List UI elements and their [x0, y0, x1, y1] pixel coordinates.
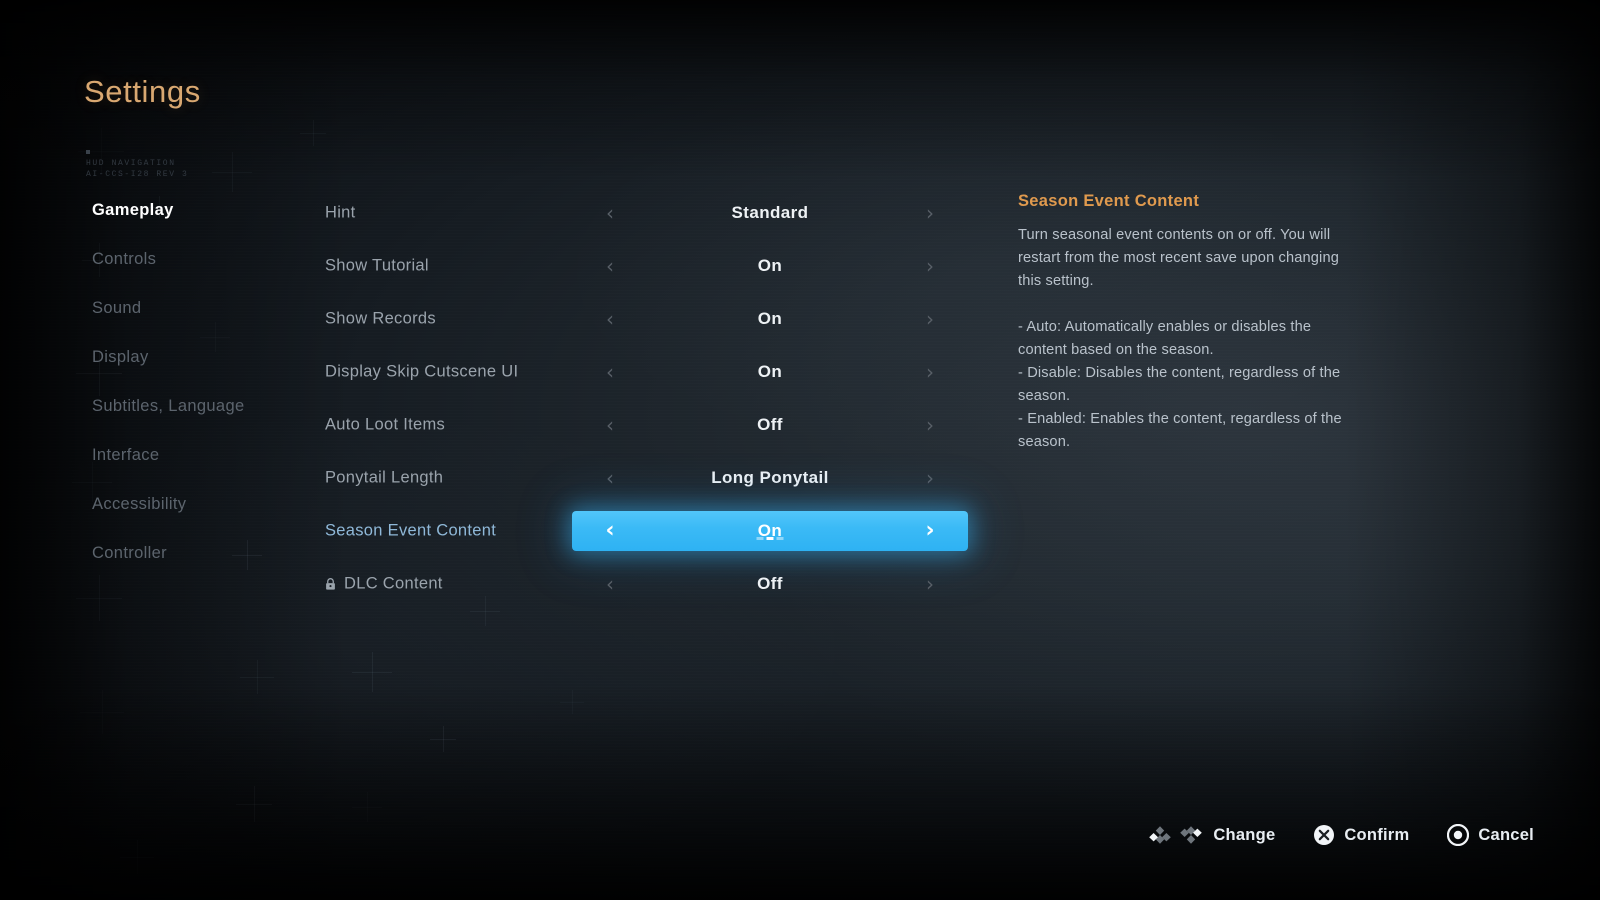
setting-label-wrap: Display Skip Cutscene UI — [325, 362, 518, 381]
setting-row[interactable]: Show Tutorial ‹ On › — [0, 239, 1000, 292]
setting-label-wrap: Show Tutorial — [325, 256, 429, 275]
setting-value-stepper[interactable]: ‹ On › — [572, 299, 968, 339]
setting-label-wrap: Show Records — [325, 309, 436, 328]
setting-label: Season Event Content — [325, 521, 497, 539]
setting-value: On — [757, 255, 783, 275]
setting-row[interactable]: Ponytail Length ‹ Long Ponytail › — [0, 451, 1000, 504]
button-prompt-confirm[interactable]: Confirm — [1313, 824, 1409, 846]
setting-value: Off — [757, 573, 783, 593]
setting-label-wrap: Auto Loot Items — [325, 415, 445, 434]
button-prompt-cancel[interactable]: Cancel — [1447, 824, 1534, 846]
setting-row[interactable]: DLC Content ‹ Off › — [0, 557, 1000, 610]
indicator-segment — [776, 536, 784, 540]
setting-label: Auto Loot Items — [325, 415, 446, 433]
setting-row[interactable]: Show Records ‹ On › — [0, 292, 1000, 345]
description-title: Season Event Content — [1018, 192, 1200, 210]
setting-row[interactable]: Display Skip Cutscene UI ‹ On › — [0, 345, 1000, 398]
setting-value-stepper[interactable]: ‹ Long Ponytail › — [572, 458, 968, 498]
setting-label: Show Tutorial — [325, 256, 429, 274]
setting-label: Show Records — [325, 309, 436, 327]
button-prompt-label: Cancel — [1478, 825, 1534, 844]
dpad-left-right-icon — [1147, 824, 1204, 846]
description-bullet: - Enabled: Enables the content, regardle… — [1018, 411, 1342, 450]
setting-row[interactable]: Auto Loot Items ‹ Off › — [0, 398, 1000, 451]
option-position-indicator — [756, 536, 784, 540]
setting-value-stepper[interactable]: ‹ Off › — [572, 564, 968, 604]
page-title: Settings — [84, 74, 201, 109]
description-bullet: - Auto: Automatically enables or disable… — [1018, 319, 1312, 358]
button-prompt-change[interactable]: Change — [1147, 824, 1275, 846]
circle-button-icon — [1447, 824, 1470, 846]
setting-label-wrap: Ponytail Length — [325, 468, 443, 487]
decorative-dot — [86, 150, 90, 154]
setting-row-selected[interactable]: Season Event Content ‹ On › — [0, 504, 1000, 557]
setting-value-stepper[interactable]: ‹ On › — [572, 246, 968, 286]
indicator-segment — [766, 536, 774, 540]
setting-value: Standard — [731, 202, 809, 222]
button-prompt-label: Change — [1213, 825, 1276, 844]
setting-row[interactable]: Hint ‹ Standard › — [0, 186, 1000, 239]
setting-value: Off — [757, 414, 783, 434]
description-panel: Season Event Content Turn seasonal event… — [1018, 192, 1348, 454]
settings-options-list: Hint ‹ Standard › Show Tutorial ‹ On › Show Reco… — [0, 186, 1000, 610]
setting-value: On — [757, 308, 783, 328]
setting-value: Long Ponytail — [711, 467, 829, 487]
indicator-segment — [756, 536, 764, 540]
setting-value-stepper[interactable]: ‹ On › — [572, 510, 968, 551]
description-body: Turn seasonal event contents on or off. … — [1018, 227, 1339, 289]
lock-icon — [325, 577, 336, 590]
button-prompt-bar: Change Confirm Cancel — [1147, 824, 1534, 846]
button-prompt-label: Confirm — [1344, 825, 1410, 844]
setting-label: Hint — [325, 203, 356, 221]
setting-label: DLC Content — [344, 574, 443, 592]
description-bullet-list: - Auto: Automatically enables or disable… — [1018, 316, 1348, 454]
lock-icon-glyph — [326, 577, 335, 590]
setting-label-wrap: Hint — [325, 203, 356, 222]
setting-label-wrap: Season Event Content — [325, 521, 496, 540]
decorative-code-text: HUD NAVIGATION AI-CCS-I28 REV 3 — [86, 159, 189, 179]
setting-value: On — [757, 361, 783, 381]
cross-button-icon — [1313, 824, 1335, 846]
setting-label: Ponytail Length — [325, 468, 444, 486]
setting-label-wrap: DLC Content — [325, 574, 443, 593]
setting-value-stepper[interactable]: ‹ On › — [572, 352, 968, 392]
setting-label: Display Skip Cutscene UI — [325, 362, 519, 380]
description-bullet: - Disable: Disables the content, regardl… — [1018, 365, 1341, 404]
setting-value-stepper[interactable]: ‹ Off › — [572, 405, 968, 445]
setting-value-stepper[interactable]: ‹ Standard › — [572, 193, 968, 233]
